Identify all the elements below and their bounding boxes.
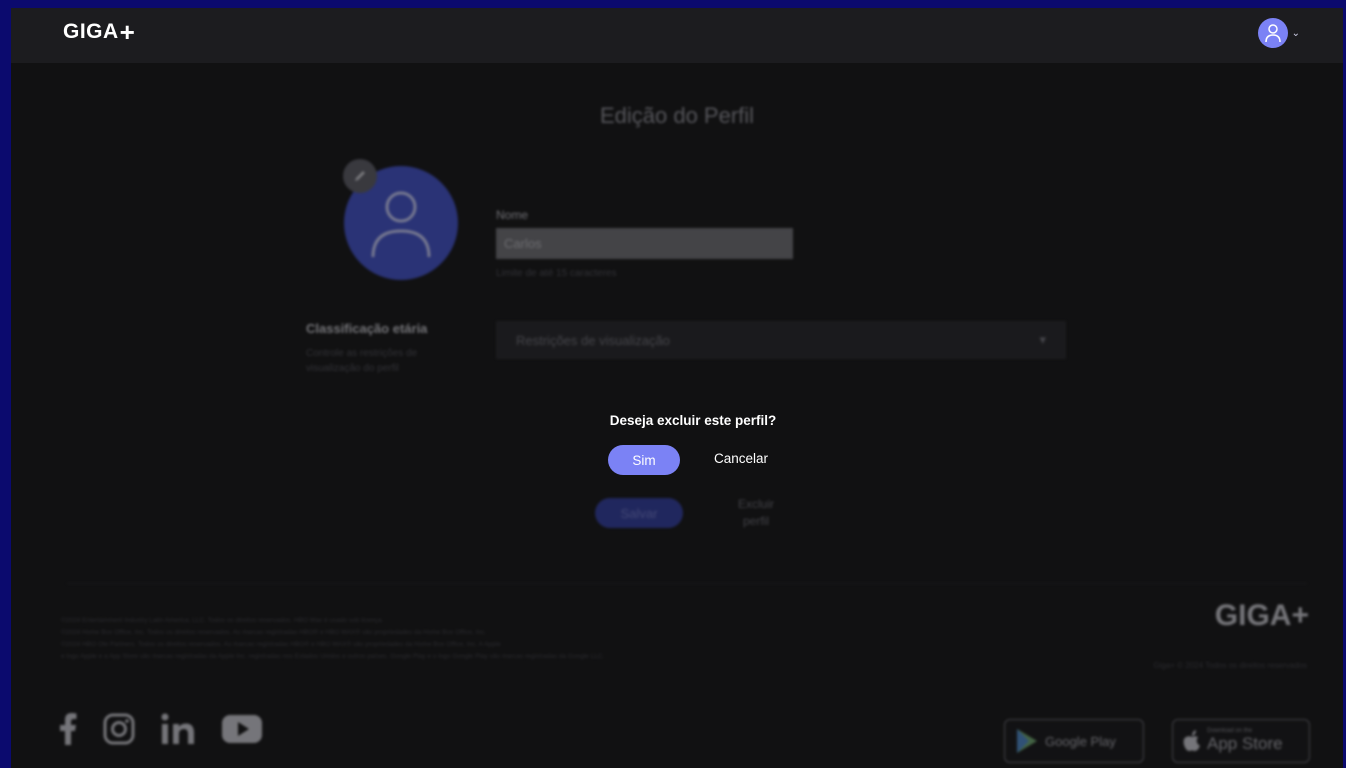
delete-label-line2: perfil [742, 514, 769, 528]
legal-line: ©2024 Entertainment Industry Latin Ameri… [61, 617, 384, 624]
legal-line: ©2024 Home Box Office, Inc. Todos os dir… [61, 629, 487, 636]
name-label: Nome [496, 208, 529, 222]
legal-line: e logo Apple e a App Store são marcas re… [61, 653, 605, 660]
delete-profile-link[interactable]: Excluir perfil [719, 496, 793, 530]
footer-logo-plus: + [1291, 599, 1309, 632]
google-play-label: Google Play [1045, 733, 1116, 749]
footer-logo: GIGA+ [1215, 599, 1309, 633]
apple-icon [1183, 730, 1200, 751]
save-button[interactable]: Salvar [595, 498, 683, 528]
delete-profile-dialog: Deseja excluir este perfil? Sim Cancelar [571, 403, 815, 483]
avatar [1257, 18, 1288, 48]
rating-select-value: Restrições de visualização [516, 332, 670, 348]
cancel-button[interactable]: Cancelar [714, 451, 768, 466]
rating-description: Controle as restrições de visualização d… [306, 348, 418, 374]
app-store-badge[interactable]: Download on the App Store [1172, 719, 1310, 763]
logo-plus: + [119, 17, 136, 47]
user-icon [1264, 24, 1281, 43]
logo-text: GIGA [63, 20, 119, 43]
confirm-yes-button[interactable]: Sim [608, 445, 680, 475]
edit-avatar-button[interactable] [343, 159, 377, 193]
legal-text: ©2024 Entertainment Industry Latin Ameri… [61, 615, 891, 663]
youtube-icon[interactable] [221, 714, 263, 744]
delete-label-line1: Excluir [737, 497, 774, 511]
chevron-down-icon: ▾ [1039, 332, 1046, 347]
app-window: GIGA + ⌄ Edição do Perfil Nome Carlos Li… [11, 8, 1343, 768]
footer-logo-text: GIGA [1214, 599, 1292, 632]
rating-select[interactable]: Restrições de visualização ▾ [496, 321, 1066, 359]
dialog-question: Deseja excluir este perfil? [609, 413, 777, 428]
google-play-icon [1017, 729, 1037, 753]
copyright-text: Giga+ © 2024 Todos os direitos reservado… [1153, 661, 1307, 670]
google-play-badge[interactable]: Google Play [1004, 719, 1144, 763]
page-title: Edição do Perfil [599, 103, 755, 128]
legal-line: ©2024 HBO Ole Partners. Todos os direito… [61, 641, 501, 648]
app-store-label: App Store [1207, 734, 1283, 753]
app-store-text: Download on the App Store [1207, 728, 1283, 754]
rating-title: Classificação etária [306, 321, 428, 336]
user-icon [371, 191, 431, 258]
chevron-down-icon: ⌄ [1291, 27, 1300, 39]
name-input[interactable] [496, 228, 793, 259]
instagram-icon[interactable] [103, 713, 135, 745]
name-hint: Limite de até 15 caracteres [496, 268, 617, 279]
profile-menu-button[interactable]: ⌄ [1257, 18, 1300, 48]
footer-divider [67, 583, 1307, 584]
social-links [59, 713, 263, 745]
top-navigation-bar: GIGA + ⌄ [11, 8, 1343, 63]
facebook-icon[interactable] [59, 713, 77, 745]
giga-plus-logo[interactable]: GIGA + [63, 17, 136, 47]
linkedin-icon[interactable] [161, 713, 195, 745]
pencil-icon [355, 171, 365, 181]
